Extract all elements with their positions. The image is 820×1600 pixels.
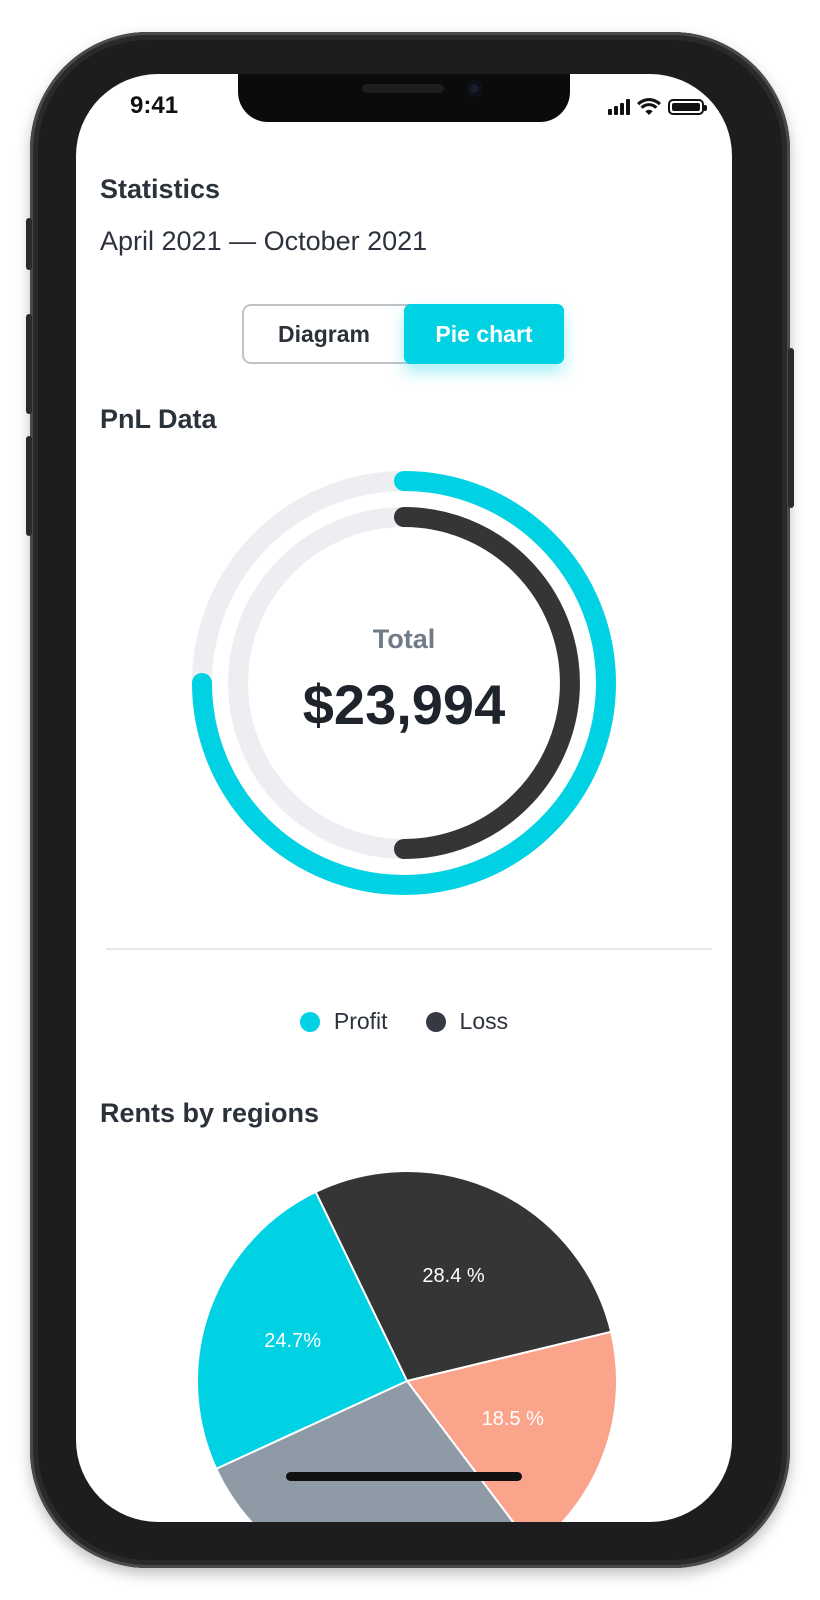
status-icons: [608, 96, 707, 118]
loss-dot: [425, 1011, 446, 1032]
legend-profit: Profit: [299, 1008, 388, 1035]
pnl-legend: Profit Loss: [76, 1008, 732, 1035]
app-screen: 9:41 Statistics April 2021 — October 202…: [76, 74, 732, 1522]
legend-loss: Loss: [425, 1008, 509, 1035]
volume-down-button: [26, 436, 32, 536]
rents-pie-chart: [196, 1170, 618, 1522]
page-title: Statistics: [100, 174, 221, 204]
home-indicator[interactable]: [286, 1472, 522, 1481]
signal-icon: [608, 99, 630, 115]
pnl-section-title: PnL Data: [100, 404, 217, 434]
view-toggle: Diagram Pie chart: [242, 304, 564, 364]
pie-slice-label: 28.4 %: [422, 1264, 485, 1287]
volume-up-button: [26, 314, 32, 414]
battery-icon: [668, 99, 707, 115]
pie-chart-tab[interactable]: Pie chart: [404, 304, 564, 364]
date-range[interactable]: April 2021 — October 2021: [100, 226, 427, 257]
legend-loss-label: Loss: [459, 1008, 509, 1034]
mute-switch: [26, 218, 32, 270]
total-label: Total: [372, 624, 436, 654]
status-time: 9:41: [130, 92, 179, 119]
speaker-grille: [362, 84, 444, 93]
wifi-icon: [637, 98, 661, 115]
legend-profit-label: Profit: [333, 1008, 388, 1034]
notch: [238, 74, 570, 122]
power-button: [788, 348, 794, 508]
rents-section-title: Rents by regions: [100, 1098, 320, 1128]
pie-slice-label: 24.7%: [264, 1329, 322, 1352]
total-value: $23,994: [302, 673, 506, 736]
section-divider: [106, 948, 712, 950]
profit-dot: [299, 1011, 320, 1032]
diagram-tab[interactable]: Diagram: [244, 306, 404, 362]
front-camera: [466, 80, 483, 97]
pie-slice-label: 18.5 %: [481, 1408, 544, 1431]
